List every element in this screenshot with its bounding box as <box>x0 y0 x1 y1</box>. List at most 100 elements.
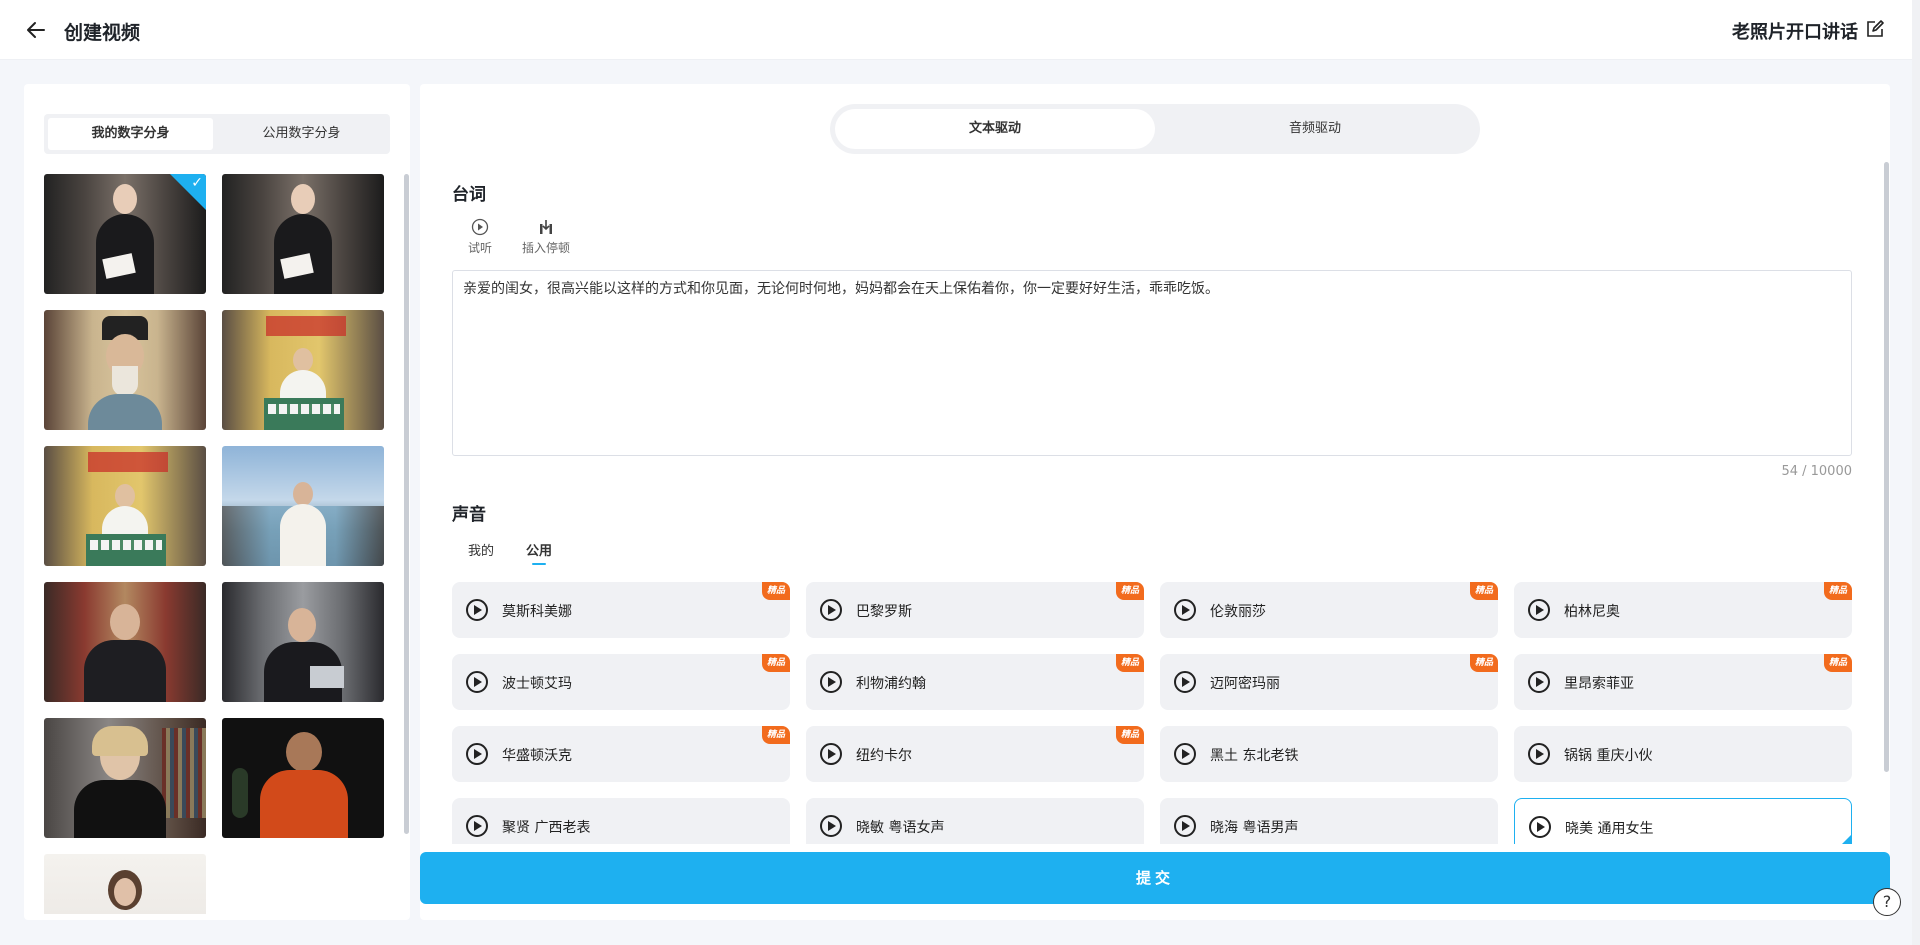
voice-name: 聚贤 广西老表 <box>502 820 591 836</box>
insert-pause-button[interactable]: 插入停顿 <box>522 218 570 256</box>
avatar-thumbnail[interactable] <box>222 582 384 702</box>
checkmark-icon: ✓ <box>191 175 203 191</box>
play-icon[interactable] <box>820 599 842 621</box>
play-icon[interactable] <box>466 743 488 765</box>
selected-corner <box>1833 835 1851 844</box>
tab-my-voices[interactable]: 我的 <box>468 540 494 559</box>
voice-card[interactable]: 聚贤 广西老表 <box>452 798 790 844</box>
voice-name: 锅锅 重庆小伙 <box>1564 748 1653 764</box>
play-icon[interactable] <box>1174 743 1196 765</box>
voice-name: 晓敏 粤语女声 <box>856 820 945 836</box>
insert-pause-icon <box>540 220 552 234</box>
voice-name: 柏林尼奥 <box>1564 604 1620 620</box>
voice-card[interactable]: 迈阿密玛丽 精品 <box>1160 654 1498 710</box>
play-icon[interactable] <box>1174 599 1196 621</box>
voice-card[interactable]: 波士顿艾玛 精品 <box>452 654 790 710</box>
voice-card[interactable]: 华盛顿沃克 精品 <box>452 726 790 782</box>
voice-name: 利物浦约翰 <box>856 676 926 692</box>
voice-name: 莫斯科美娜 <box>502 604 572 620</box>
voice-card[interactable]: 黑土 东北老铁 <box>1160 726 1498 782</box>
voice-name: 迈阿密玛丽 <box>1210 676 1280 692</box>
help-icon[interactable]: ? <box>1873 888 1901 916</box>
play-icon[interactable] <box>1528 599 1550 621</box>
voice-card[interactable]: 巴黎罗斯 精品 <box>806 582 1144 638</box>
avatar-panel: 我的数字分身 公用数字分身 ✓ <box>24 84 410 920</box>
avatar-thumbnail[interactable] <box>222 718 384 838</box>
play-icon[interactable] <box>820 815 842 837</box>
back-arrow-icon[interactable] <box>24 18 48 42</box>
project-title: 老照片开口讲话 <box>1732 22 1858 43</box>
premium-badge: 精品 <box>1823 654 1852 672</box>
preview-listen-button[interactable]: 试听 <box>468 218 492 256</box>
script-textarea[interactable]: 亲爱的闺女，很高兴能以这样的方式和你见面，无论何时何地，妈妈都会在天上保佑着你，… <box>452 270 1852 456</box>
voice-name: 伦敦丽莎 <box>1210 604 1266 620</box>
edit-icon[interactable] <box>1866 20 1884 38</box>
voice-name: 波士顿艾玛 <box>502 676 572 692</box>
editor-scrollbar[interactable] <box>1884 162 1889 772</box>
avatar-thumbnail[interactable] <box>44 718 206 838</box>
premium-badge: 精品 <box>1115 726 1144 744</box>
avatar-thumbnail[interactable] <box>44 310 206 430</box>
play-icon[interactable] <box>466 671 488 693</box>
editor-panel: 文本驱动 音频驱动 台词 试听 插入停顿 亲爱的闺女，很高兴能以这样的方式和你见… <box>420 84 1890 920</box>
play-circle-icon <box>471 218 489 236</box>
voice-name: 纽约卡尔 <box>856 748 912 764</box>
voice-name: 黑土 东北老铁 <box>1210 748 1299 764</box>
avatar-thumbnail[interactable] <box>222 446 384 566</box>
voice-card[interactable]: 锅锅 重庆小伙 <box>1514 726 1852 782</box>
play-icon[interactable] <box>820 671 842 693</box>
tab-public-avatars[interactable]: 公用数字分身 <box>217 118 386 150</box>
play-icon[interactable] <box>820 743 842 765</box>
play-icon[interactable] <box>1528 743 1550 765</box>
premium-badge: 精品 <box>761 582 790 600</box>
script-section-title: 台词 <box>452 185 486 205</box>
avatar-thumbnail[interactable] <box>222 310 384 430</box>
premium-badge: 精品 <box>1469 582 1498 600</box>
voice-name: 华盛顿沃克 <box>502 748 572 764</box>
voice-card[interactable]: 晓海 粤语男声 <box>1160 798 1498 844</box>
premium-badge: 精品 <box>1823 582 1852 600</box>
play-icon[interactable] <box>466 599 488 621</box>
voice-card[interactable]: 纽约卡尔 精品 <box>806 726 1144 782</box>
avatar-thumbnail[interactable] <box>44 446 206 566</box>
avatar-grid-scrollbar[interactable] <box>404 174 409 834</box>
play-icon[interactable] <box>1174 671 1196 693</box>
top-bar: 创建视频 老照片开口讲话 <box>0 0 1920 60</box>
voice-card[interactable]: 晓美 通用女生 <box>1514 798 1852 844</box>
voice-name: 晓海 粤语男声 <box>1210 820 1299 836</box>
voice-name: 晓美 通用女生 <box>1565 821 1654 837</box>
premium-badge: 精品 <box>761 726 790 744</box>
voice-list: 莫斯科美娜 精品 巴黎罗斯 精品 伦敦丽莎 精品 柏林尼奥 精品 波士顿艾玛 精品 利物浦约翰 精品迈… <box>452 582 1854 844</box>
voice-card[interactable]: 伦敦丽莎 精品 <box>1160 582 1498 638</box>
submit-button[interactable]: 提交 <box>420 852 1890 904</box>
tab-public-voices[interactable]: 公用 <box>526 540 552 565</box>
voice-name: 巴黎罗斯 <box>856 604 912 620</box>
page-scrollbar[interactable] <box>1912 0 1920 945</box>
avatar-grid: ✓ <box>44 174 384 914</box>
premium-badge: 精品 <box>761 654 790 672</box>
play-icon[interactable] <box>466 815 488 837</box>
avatar-thumbnail[interactable] <box>44 854 206 914</box>
play-icon[interactable] <box>1174 815 1196 837</box>
voice-card[interactable]: 里昂索菲亚 精品 <box>1514 654 1852 710</box>
avatar-thumbnail[interactable] <box>44 582 206 702</box>
tab-my-avatars[interactable]: 我的数字分身 <box>48 118 213 150</box>
premium-badge: 精品 <box>1115 582 1144 600</box>
avatar-thumbnail[interactable]: ✓ <box>44 174 206 294</box>
avatar-thumbnail[interactable] <box>222 174 384 294</box>
play-icon[interactable] <box>1528 671 1550 693</box>
drive-mode-switch: 文本驱动 音频驱动 <box>830 104 1480 154</box>
avatar-source-switch: 我的数字分身 公用数字分身 <box>44 114 390 154</box>
char-counter: 54 / 10000 <box>1781 464 1852 479</box>
tab-text-driven[interactable]: 文本驱动 <box>835 109 1155 149</box>
voice-section-title: 声音 <box>452 505 486 525</box>
voice-card[interactable]: 利物浦约翰 精品 <box>806 654 1144 710</box>
voice-card[interactable]: 柏林尼奥 精品 <box>1514 582 1852 638</box>
play-icon[interactable] <box>1529 816 1551 838</box>
tool-label: 试听 <box>468 241 493 255</box>
voice-name: 里昂索菲亚 <box>1564 676 1634 692</box>
tab-audio-driven[interactable]: 音频驱动 <box>1155 109 1475 149</box>
voice-card[interactable]: 晓敏 粤语女声 <box>806 798 1144 844</box>
voice-card[interactable]: 莫斯科美娜 精品 <box>452 582 790 638</box>
tool-label: 插入停顿 <box>522 241 571 255</box>
